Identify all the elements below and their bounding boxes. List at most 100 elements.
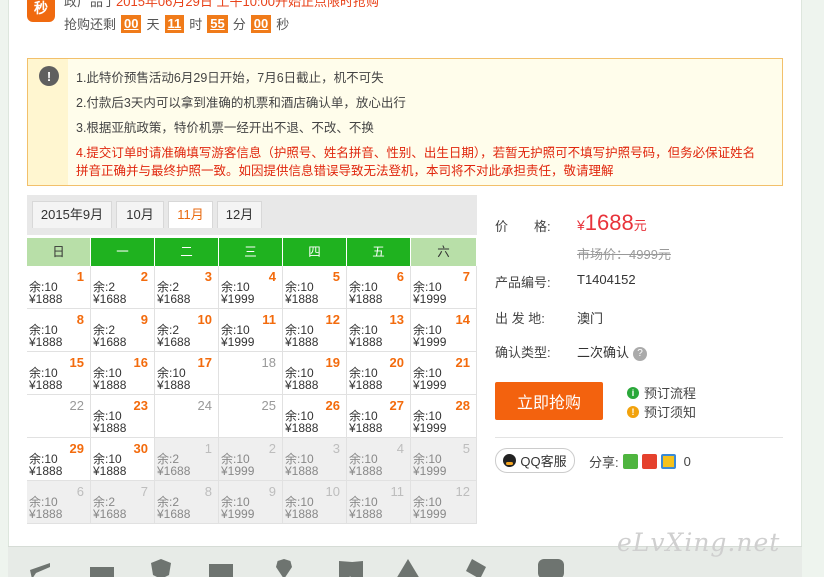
- qq-service-button[interactable]: QQ客服: [495, 448, 575, 473]
- calendar-day-cell[interactable]: 7 余:10 ¥1999: [411, 266, 477, 309]
- countdown-hours-unit: 时: [189, 17, 203, 32]
- ticket-icon[interactable]: [209, 564, 233, 577]
- warning-icon: !: [627, 405, 639, 418]
- calendar-day-cell[interactable]: 29 余:10 ¥1888: [27, 438, 91, 481]
- location-pin-icon[interactable]: [276, 559, 292, 577]
- day-number: 19: [325, 355, 340, 370]
- booking-notice-link[interactable]: ! 预订须知: [627, 402, 696, 421]
- calendar-day-cell[interactable]: 6 余:10 ¥1888: [347, 266, 411, 309]
- calendar-day-cell[interactable]: 5 余:10 ¥1888: [283, 266, 347, 309]
- day-price: ¥1688: [157, 335, 191, 349]
- calendar-day-cell[interactable]: 30 余:10 ¥1888: [91, 438, 155, 481]
- shield-icon[interactable]: [151, 559, 171, 577]
- day-number: 4: [268, 269, 276, 284]
- day-price: ¥1888: [29, 292, 63, 306]
- calendar-day-cell[interactable]: 11 余:10 ¥1999: [219, 309, 283, 352]
- day-number: 24: [197, 398, 212, 413]
- calendar-day-cell[interactable]: 28 余:10 ¥1999: [411, 395, 477, 438]
- weekday-wed: 三: [219, 238, 283, 266]
- day-price: ¥1888: [349, 335, 383, 349]
- weekday-header: 日 一 二 三 四 五 六: [27, 238, 477, 266]
- day-number: 14: [455, 312, 470, 327]
- calendar-day-cell[interactable]: 14 余:10 ¥1999: [411, 309, 477, 352]
- day-number: 20: [389, 355, 404, 370]
- wechat-icon[interactable]: [622, 454, 638, 469]
- calendar-day-cell[interactable]: 1 余:10 ¥1888: [27, 266, 91, 309]
- countdown-days: 00: [121, 14, 142, 33]
- day-number: 2: [140, 269, 148, 284]
- weekday-sun: 日: [27, 238, 91, 266]
- tab-month-nov[interactable]: 11月: [168, 201, 213, 228]
- sale-start-text: 政广品了2015年06月29日 上午10:00开始正点限时抢购: [64, 0, 379, 10]
- calendar-day-cell[interactable]: 13 余:10 ¥1888: [347, 309, 411, 352]
- calendar-day-cell[interactable]: 3 余:2 ¥1688: [155, 266, 219, 309]
- calendar-day-cell[interactable]: 8 余:10 ¥1888: [27, 309, 91, 352]
- divider: [495, 437, 783, 438]
- alert-icon[interactable]: [396, 559, 420, 577]
- plane-icon[interactable]: [30, 563, 50, 577]
- weekday-mon: 一: [91, 238, 155, 266]
- day-price: ¥1888: [29, 378, 63, 392]
- calendar-day-cell[interactable]: 23 余:10 ¥1888: [91, 395, 155, 438]
- day-number: 29: [69, 441, 84, 456]
- calendar-day-cell[interactable]: 16 余:10 ¥1888: [91, 352, 155, 395]
- booking-flow-text: 预订流程: [644, 386, 697, 401]
- day-number: 23: [133, 398, 148, 413]
- day-number: 17: [197, 355, 212, 370]
- calendar-day-cell[interactable]: 15 余:10 ¥1888: [27, 352, 91, 395]
- calendar-day-cell[interactable]: 21 余:10 ¥1999: [411, 352, 477, 395]
- calendar-day-cell[interactable]: 20 余:10 ¥1888: [347, 352, 411, 395]
- day-number: 30: [133, 441, 148, 456]
- day-price: ¥1688: [93, 335, 127, 349]
- day-number: 11: [390, 484, 405, 499]
- buy-now-button[interactable]: 立即抢购: [495, 382, 603, 420]
- countdown: 抢购还剩 00 天 11 时 55 分 00 秒: [64, 14, 289, 33]
- tab-month-dec[interactable]: 12月: [217, 201, 262, 228]
- weekday-tue: 二: [155, 238, 219, 266]
- confirm-row: 确认类型: 二次确认?: [495, 342, 648, 361]
- day-number: 7: [140, 484, 148, 499]
- countdown-label: 抢购还剩: [64, 17, 117, 32]
- price-currency: ¥: [577, 217, 585, 233]
- booking-flow-link[interactable]: i 预订流程: [627, 383, 696, 402]
- tag-icon[interactable]: [466, 559, 486, 577]
- calendar-day-cell[interactable]: 2 余:2 ¥1688: [91, 266, 155, 309]
- price-amount: 1688: [584, 210, 634, 235]
- price-label: 价 格:: [495, 219, 551, 234]
- calendar-day-cell[interactable]: 12 余:10 ¥1888: [283, 309, 347, 352]
- day-number: 7: [462, 269, 470, 284]
- question-icon[interactable]: ?: [633, 346, 648, 361]
- chat-icon[interactable]: [538, 559, 564, 577]
- tab-month-sep[interactable]: 2015年9月: [32, 201, 112, 228]
- calendar-day-cell: 12 余:10 ¥1999: [411, 481, 477, 524]
- calendar-day-cell[interactable]: 10 余:2 ¥1688: [155, 309, 219, 352]
- calendar-day-cell: 22: [27, 395, 91, 438]
- day-price: ¥1888: [349, 378, 383, 392]
- qzone-icon[interactable]: [660, 454, 676, 469]
- calendar-day-cell[interactable]: 4 余:10 ¥1999: [219, 266, 283, 309]
- day-price: ¥1888: [285, 335, 319, 349]
- tab-month-oct[interactable]: 10月: [116, 201, 164, 228]
- calendar-day-cell[interactable]: 19 余:10 ¥1888: [283, 352, 347, 395]
- bed-icon[interactable]: [90, 567, 114, 577]
- day-price: ¥1888: [93, 378, 127, 392]
- price-unit: 元: [633, 218, 647, 233]
- calendar-day-cell[interactable]: 26 余:10 ¥1888: [283, 395, 347, 438]
- weibo-icon[interactable]: [641, 454, 657, 469]
- calendar-day-cell: 6 余:10 ¥1888: [27, 481, 91, 524]
- calendar-day-cell: 24: [155, 395, 219, 438]
- calendar-day-cell[interactable]: 17 余:10 ¥1888: [155, 352, 219, 395]
- confirm-type: 二次确认: [577, 345, 630, 360]
- notice-line-2: 2.付款后3天内可以拿到准确的机票和酒店确认单，放心出行: [76, 96, 406, 110]
- day-number: 4: [396, 441, 404, 456]
- calendar-day-cell[interactable]: 27 余:10 ¥1888: [347, 395, 411, 438]
- book-icon[interactable]: [339, 561, 363, 577]
- day-number: 11: [262, 312, 276, 327]
- day-price: ¥1688: [93, 292, 127, 306]
- calendar-day-cell[interactable]: 9 余:2 ¥1688: [91, 309, 155, 352]
- day-price: ¥1688: [93, 507, 127, 521]
- day-price: ¥1888: [29, 464, 63, 478]
- day-number: 12: [325, 312, 340, 327]
- day-price: ¥1688: [157, 507, 191, 521]
- day-number: 15: [69, 355, 84, 370]
